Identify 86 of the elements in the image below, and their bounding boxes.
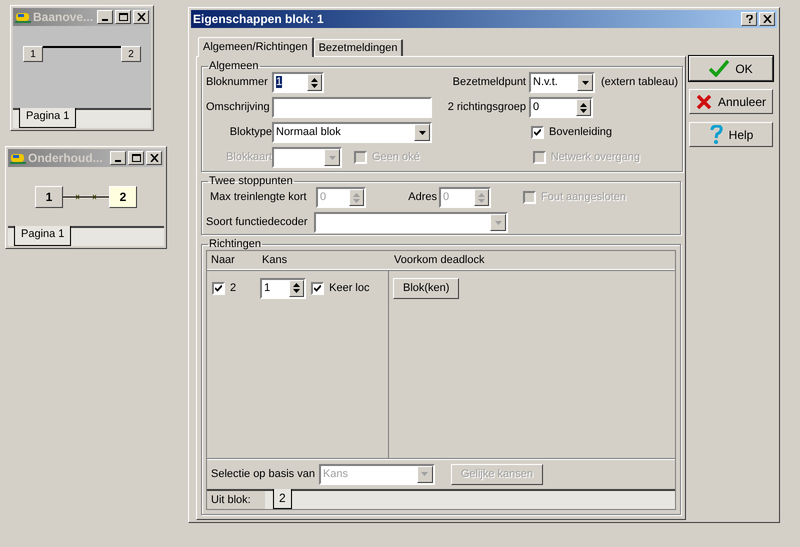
close-button[interactable] <box>759 12 775 26</box>
down-arrow-icon <box>580 108 587 112</box>
down-arrow-icon <box>311 84 318 88</box>
field-label: Bloktype <box>228 125 272 140</box>
up-arrow-icon <box>311 78 318 82</box>
dropdown[interactable] <box>272 147 342 168</box>
up-arrow-icon <box>353 192 360 196</box>
up-arrow-icon <box>293 283 300 287</box>
blocks-button[interactable]: Blok(ken) <box>393 278 460 298</box>
maximize-icon <box>118 13 128 21</box>
close-icon <box>136 13 146 21</box>
cancel-button[interactable]: Annuleer <box>689 89 773 114</box>
field-label: Selectie op basis van <box>211 466 315 482</box>
field-label: Bloknummer <box>206 75 269 90</box>
checkbox-label: 2 <box>230 280 236 296</box>
group-label: Twee stoppunten <box>208 175 294 187</box>
help-icon <box>708 124 723 144</box>
page-tab[interactable]: Pagina 1 <box>19 108 76 128</box>
spin-field[interactable]: 0 <box>529 97 593 118</box>
window-title: Onderhoud... <box>28 150 104 167</box>
dropdown[interactable]: Normaal blok <box>272 122 432 143</box>
checkmark-icon <box>215 284 222 292</box>
checkbox-label: Keer loc <box>329 280 370 296</box>
group-label: Algemeen <box>208 60 260 72</box>
block-node[interactable]: 2 <box>109 186 137 208</box>
spin-buttons[interactable] <box>576 99 591 116</box>
block-node[interactable]: 1 <box>23 46 43 62</box>
down-arrow-icon <box>293 289 300 293</box>
field-label: Bezetmeldpunt <box>452 75 526 90</box>
up-arrow-icon <box>478 192 485 196</box>
down-arrow-icon <box>478 198 485 202</box>
spin-buttons[interactable] <box>307 74 322 91</box>
column-header: Kans <box>261 253 288 268</box>
help-button[interactable] <box>741 12 757 26</box>
close-button[interactable] <box>146 151 162 165</box>
field-label: Soort functiedecoder <box>206 215 309 230</box>
checkbox[interactable] <box>531 126 544 139</box>
maximize-button[interactable] <box>128 151 144 165</box>
maximize-icon <box>132 154 140 162</box>
help-button[interactable]: Help <box>689 122 773 147</box>
page-tab[interactable]: Pagina 1 <box>14 226 72 246</box>
up-arrow-icon <box>580 102 587 106</box>
train-icon <box>15 10 31 24</box>
field-label: Max treinlengte kort <box>210 190 308 206</box>
close-icon <box>762 15 772 23</box>
tab[interactable]: Bezetmeldingen <box>314 39 404 56</box>
checkmark-icon <box>314 284 322 292</box>
down-arrow-icon <box>418 130 426 134</box>
checkmark-icon <box>534 129 541 136</box>
group-label: Richtingen <box>208 238 262 250</box>
down-arrow-icon <box>353 198 360 202</box>
help-icon <box>744 15 754 23</box>
block-node[interactable]: 2 <box>121 46 141 62</box>
spin-buttons[interactable] <box>289 280 304 296</box>
window-title: Baanove... <box>33 9 94 26</box>
connector-drawing <box>63 192 109 200</box>
minimize-button[interactable] <box>110 151 126 165</box>
down-arrow-icon <box>494 220 502 224</box>
checkbox[interactable] <box>311 282 324 294</box>
ok-button[interactable]: OK <box>689 56 773 81</box>
down-arrow-icon <box>421 472 428 476</box>
spin-field[interactable]: 1 <box>260 278 306 298</box>
tab[interactable]: Algemeen/Richtingen <box>198 37 314 57</box>
close-button[interactable] <box>133 10 149 24</box>
page-tab[interactable]: 2 <box>273 489 292 509</box>
column-header: Voorkom deadlock <box>393 253 486 268</box>
down-arrow-icon <box>582 80 588 84</box>
check-icon <box>709 60 730 77</box>
block-node[interactable]: 1 <box>35 186 63 208</box>
down-arrow-icon <box>328 156 336 160</box>
close-icon <box>150 154 158 162</box>
column-header: Naar <box>210 253 236 268</box>
train-icon <box>10 152 26 164</box>
field-label: 2 richtingsgroep <box>446 100 526 116</box>
maximize-button[interactable] <box>115 10 131 24</box>
text-field[interactable] <box>272 97 432 118</box>
spin-field[interactable]: 1 <box>272 72 324 93</box>
dialog-title: Eigenschappen blok: 1 <box>193 11 325 28</box>
field-label: Omschrijving <box>206 100 271 116</box>
dropdown[interactable]: N.v.t. <box>529 72 595 93</box>
field-label: Adres <box>408 190 437 206</box>
checkbox-label: Bovenleiding <box>549 125 612 140</box>
checkbox[interactable] <box>212 282 225 294</box>
note-text: (extern tableau) <box>601 75 678 90</box>
minimize-button[interactable] <box>97 10 113 24</box>
cross-icon <box>696 94 712 110</box>
